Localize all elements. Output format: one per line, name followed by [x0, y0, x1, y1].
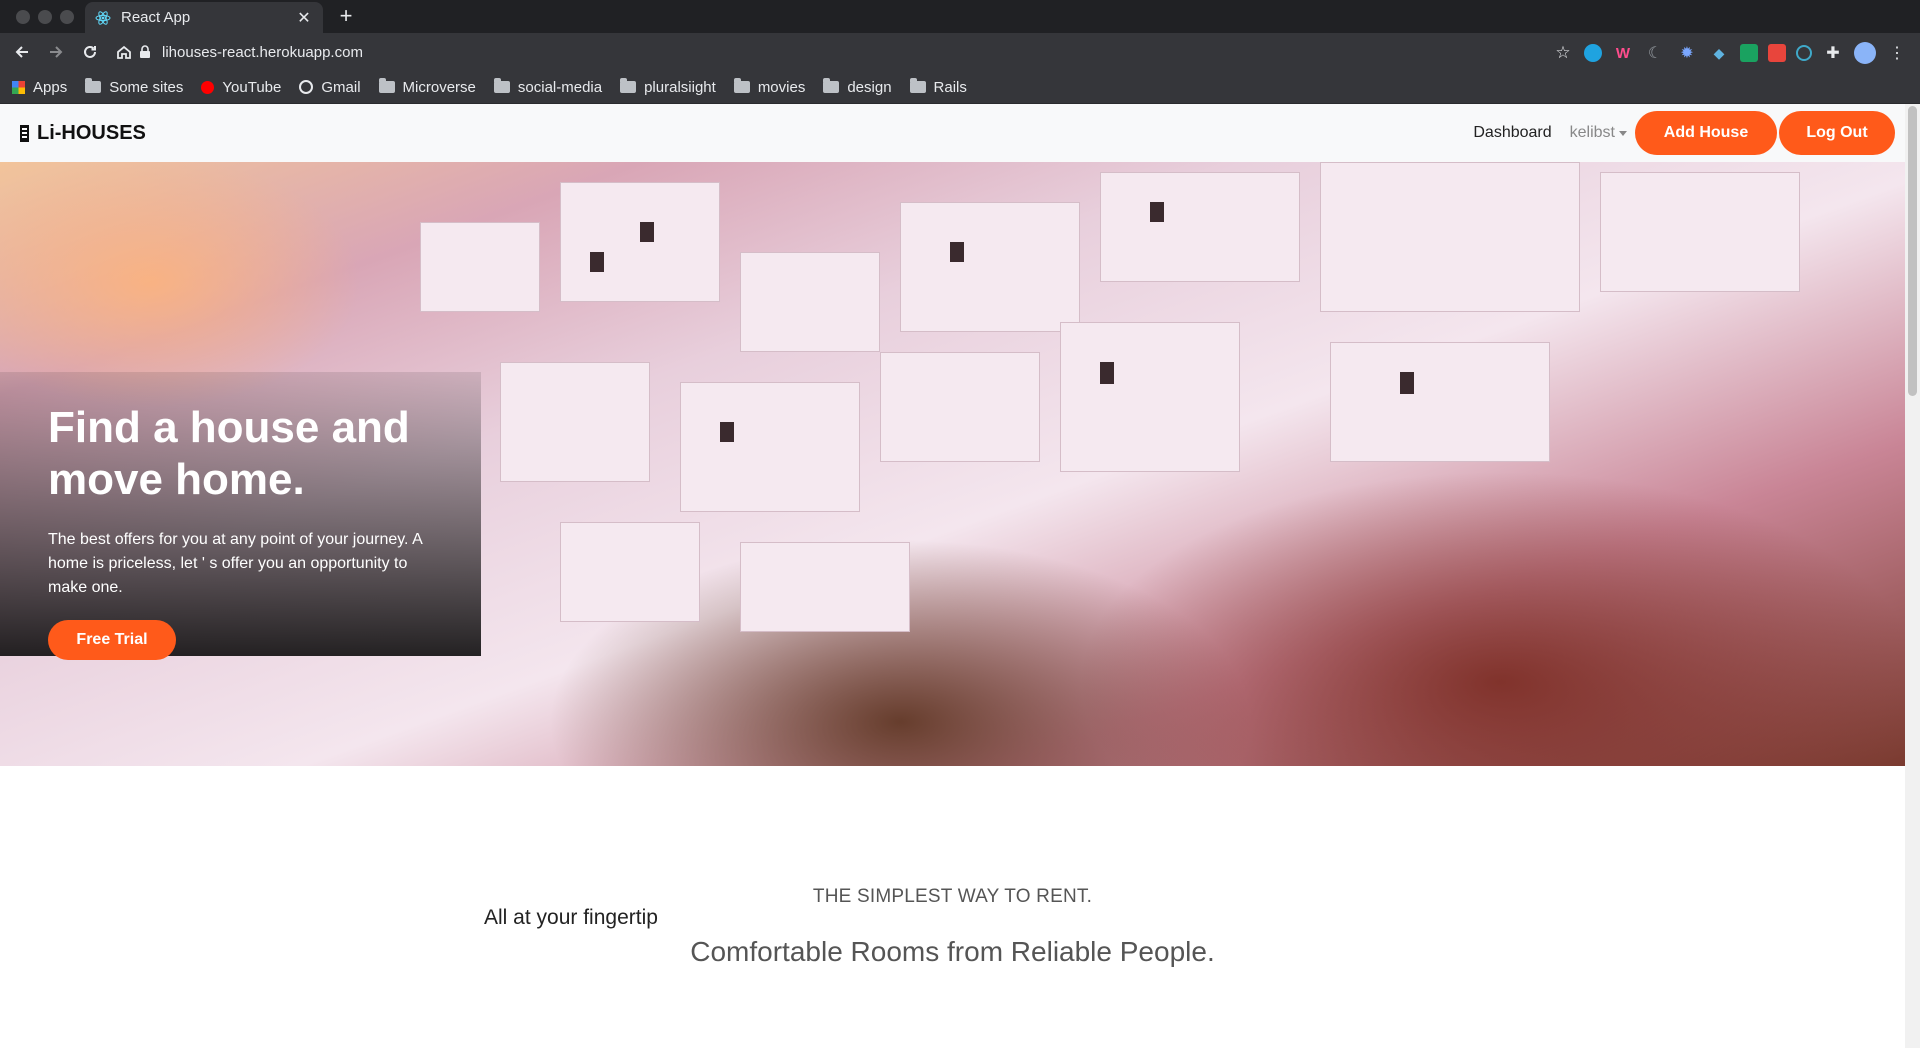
- extension-target-icon[interactable]: [1796, 45, 1812, 61]
- extension-gear-icon[interactable]: ✹: [1676, 42, 1698, 64]
- folder-icon: [733, 78, 750, 93]
- extension-green-icon[interactable]: [1740, 44, 1758, 62]
- reload-button[interactable]: [80, 42, 100, 62]
- caret-down-icon: [1619, 130, 1627, 136]
- free-trial-button[interactable]: Free Trial: [48, 620, 176, 660]
- bookmark-label: YouTube: [222, 78, 282, 96]
- bookmark-star-icon[interactable]: ☆: [1552, 42, 1574, 64]
- user-dropdown[interactable]: kelibst: [1570, 124, 1627, 142]
- arrow-left-icon: [15, 46, 28, 58]
- hero-title: Find a house and move home.: [48, 403, 410, 504]
- folder-icon: [378, 78, 395, 93]
- extension-fish-icon[interactable]: ◆: [1708, 42, 1730, 64]
- bookmark-pluralsiight[interactable]: pluralsiight: [620, 78, 716, 96]
- bookmark-label: Gmail: [321, 78, 361, 96]
- bookmark-microverse[interactable]: Microverse: [378, 78, 476, 96]
- extension-red-icon[interactable]: [1768, 44, 1786, 62]
- bookmark-movies[interactable]: movies: [733, 78, 806, 96]
- folder-icon: [823, 78, 840, 93]
- extension-g-icon[interactable]: [1584, 44, 1602, 62]
- bookmark-design[interactable]: design: [823, 78, 892, 96]
- brand-name: Li-HOUSES: [37, 122, 146, 144]
- close-window-button[interactable]: [16, 10, 30, 24]
- folder-icon: [620, 78, 637, 93]
- bookmark-label: Rails: [933, 78, 967, 96]
- home-button[interactable]: [114, 42, 134, 62]
- nav-dashboard-link[interactable]: Dashboard: [1473, 124, 1551, 142]
- avatar[interactable]: [1854, 42, 1876, 64]
- bookmark-rails[interactable]: Rails: [909, 78, 967, 96]
- new-tab-button[interactable]: +: [333, 3, 359, 29]
- hero-banner: Find a house and move home. The best off…: [0, 162, 1905, 766]
- arrow-right-icon: [50, 46, 63, 58]
- extensions-puzzle-icon[interactable]: ✚: [1822, 42, 1844, 64]
- folder-icon: [909, 78, 926, 93]
- page-scrollbar[interactable]: [1905, 104, 1920, 1048]
- folder-icon: [85, 78, 102, 93]
- bookmark-label: design: [847, 78, 892, 96]
- home-icon: [117, 45, 131, 59]
- extension-c-icon[interactable]: ☾: [1644, 42, 1666, 64]
- browser-tab[interactable]: React App ✕: [85, 2, 323, 33]
- lock-icon: [140, 45, 150, 58]
- minimize-window-button[interactable]: [38, 10, 52, 24]
- site-navbar: Li-HOUSES Dashboard kelibst Add House Lo…: [0, 104, 1905, 162]
- bookmark-label: pluralsiight: [644, 78, 716, 96]
- tab-strip: React App ✕ +: [0, 0, 1920, 33]
- url-text: lihouses-react.herokuapp.com: [162, 43, 363, 61]
- section-title: Comfortable Rooms from Reliable People.: [690, 936, 1215, 967]
- section-kicker: THE SIMPLEST WAY TO RENT.: [812, 886, 1093, 907]
- bookmarks-bar: Apps Some sites YouTube Gmail Microverse…: [0, 71, 1920, 104]
- reload-icon: [84, 45, 96, 58]
- youtube-icon: [201, 80, 215, 94]
- bookmark-label: Microverse: [402, 78, 476, 96]
- section-subtitle: All at your fingertip: [484, 906, 658, 929]
- hero-card: Find a house and move home. The best off…: [0, 372, 481, 660]
- maximize-window-button[interactable]: [60, 10, 74, 24]
- menu-kebab-icon[interactable]: ⋮: [1886, 42, 1908, 64]
- building-icon: [20, 125, 29, 142]
- browser-toolbar: lihouses-react.herokuapp.com ☆ W ☾ ✹ ◆ ✚…: [0, 33, 1920, 71]
- logout-button[interactable]: Log Out: [1779, 111, 1895, 155]
- folder-icon: [493, 78, 510, 93]
- tab-title: React App: [121, 9, 191, 26]
- bookmark-label: Apps: [33, 78, 68, 96]
- username: kelibst: [1569, 124, 1615, 141]
- bookmark-gmail[interactable]: Gmail: [299, 78, 361, 96]
- forward-button[interactable]: [46, 42, 66, 62]
- window-controls: [16, 10, 74, 24]
- bookmark-youtube[interactable]: YouTube: [201, 79, 281, 96]
- apps-grid-icon: [12, 80, 25, 94]
- bookmark-label: social-media: [517, 78, 603, 96]
- back-button[interactable]: [12, 42, 32, 62]
- react-icon: [95, 10, 111, 25]
- globe-icon: [299, 80, 314, 94]
- brand-logo[interactable]: Li-HOUSES: [20, 122, 146, 145]
- bookmark-social-media[interactable]: social-media: [493, 78, 603, 96]
- intro-section: THE SIMPLEST WAY TO RENT. Comfortable Ro…: [0, 886, 1905, 968]
- bookmark-label: movies: [757, 78, 806, 96]
- hero-description: The best offers for you at any point of …: [48, 531, 422, 596]
- extension-w-icon[interactable]: W: [1612, 42, 1634, 64]
- bookmark-apps[interactable]: Apps: [12, 79, 67, 96]
- extensions-bar: ☆ W ☾ ✹ ◆ ✚ ⋮: [1552, 42, 1908, 64]
- close-tab-icon[interactable]: ✕: [295, 8, 313, 28]
- nav-right: Dashboard kelibst Add House Log Out: [1473, 111, 1895, 155]
- page-content: Li-HOUSES Dashboard kelibst Add House Lo…: [0, 104, 1905, 1048]
- bookmark-label: Some sites: [109, 78, 184, 96]
- browser-chrome: React App ✕ + lihouses-react.herokuapp.c…: [0, 0, 1920, 104]
- address-bar[interactable]: lihouses-react.herokuapp.com: [138, 38, 363, 66]
- bookmark-some-sites[interactable]: Some sites: [85, 78, 184, 96]
- add-house-button[interactable]: Add House: [1635, 111, 1777, 155]
- scrollbar-thumb[interactable]: [1908, 106, 1917, 396]
